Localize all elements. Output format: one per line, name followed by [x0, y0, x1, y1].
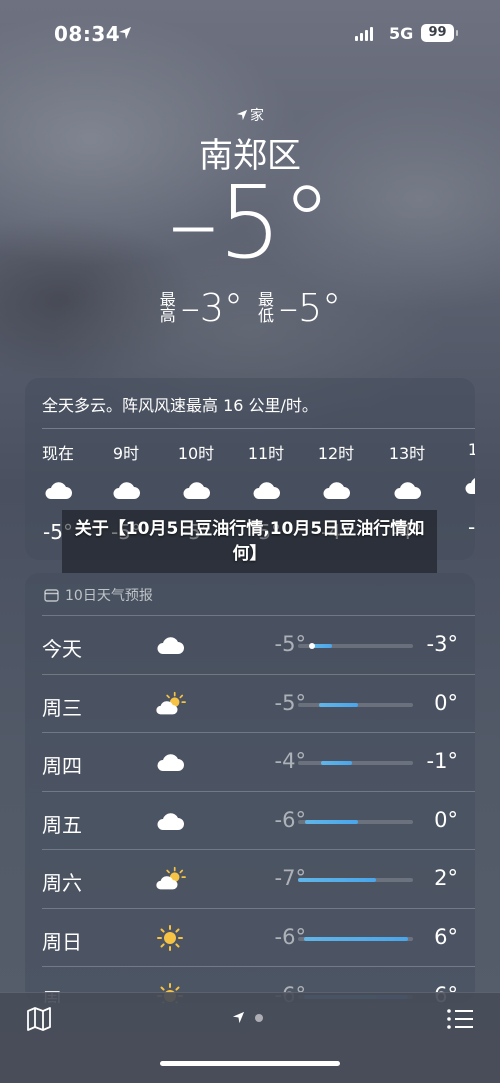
cloud-icon: [166, 480, 226, 504]
battery-tip: [456, 30, 458, 36]
divider: [42, 428, 475, 429]
high-temp: 0°: [434, 690, 458, 715]
ten-day-header: 10日天气预报: [44, 585, 153, 605]
high-temp: -1°: [426, 749, 458, 773]
low-temp: -4°: [274, 749, 306, 773]
high-low: 最高 –3° 最低 –5°: [0, 286, 500, 330]
temp-range-bar: [298, 936, 413, 941]
high-value: –3°: [180, 286, 243, 330]
sun-cloud-icon: [154, 691, 186, 717]
hour-label: 14: [467, 440, 475, 459]
hour-label: 11时: [247, 444, 285, 463]
hour-label: 13时: [388, 444, 426, 463]
temp-range-fill: [311, 644, 333, 648]
page-dot: [255, 1013, 263, 1022]
ten-day-title: 10日天气预报: [65, 588, 153, 604]
hour-label: 10时: [177, 444, 215, 463]
high-temp: 6°: [434, 924, 458, 949]
cloud-icon: [154, 632, 186, 658]
day-label: 周五: [42, 812, 82, 837]
daily-row[interactable]: 今天 -5° -3°: [42, 615, 475, 673]
daily-row[interactable]: 周六 -7° 2°: [42, 849, 475, 907]
sun-icon: [154, 924, 186, 951]
home-label: 家: [250, 108, 264, 124]
current-temperature: –5°: [168, 164, 332, 281]
high-temp: -3°: [426, 632, 458, 656]
article-banner[interactable]: 关于【10月5日豆油行情,10月5日豆油行情如何】: [62, 510, 437, 573]
cloud-icon: [448, 475, 475, 499]
status-bar: 08:34 5G 99: [0, 0, 500, 68]
daily-row[interactable]: 周日 -6° 6°: [42, 907, 475, 966]
cloud-icon: [154, 808, 186, 834]
temp-range-bar: [298, 819, 413, 824]
hour-label: 现在: [41, 444, 74, 463]
temp-range-bar: [298, 878, 413, 882]
temp-range-fill: [303, 936, 409, 941]
cloud-icon: [306, 480, 366, 504]
cloud-icon: [154, 749, 186, 775]
daily-row[interactable]: 周四 -4° -1°: [42, 732, 475, 790]
daily-row[interactable]: 周三 -5° 0°: [42, 673, 475, 732]
daily-row[interactable]: 周五 -6° 0°: [42, 790, 475, 849]
status-time: 08:34: [54, 22, 121, 46]
low-label: 最低: [257, 290, 274, 325]
hour-temp: -3: [468, 515, 475, 539]
sun-cloud-icon: [154, 866, 186, 892]
temp-range-bar: [298, 702, 413, 707]
list-icon[interactable]: [446, 1008, 474, 1030]
ten-day-forecast-card[interactable]: 10日天气预报 今天 -5° -3° 周三 -5° 0° 周四 -4° -1° 周五 -6° 0° 周六…: [25, 573, 475, 1003]
signal-icon: [355, 27, 373, 41]
day-label: 周日: [42, 929, 82, 954]
page-indicator[interactable]: [232, 1011, 263, 1024]
low-value: –5°: [279, 286, 342, 330]
temp-range-fill: [298, 878, 377, 882]
cloud-icon: [28, 480, 88, 504]
home-location-label: 家: [0, 105, 500, 125]
low-temp: -6°: [274, 807, 306, 832]
day-label: 周四: [42, 754, 82, 778]
location-arrow-icon: [236, 109, 248, 121]
low-temp: -7°: [274, 866, 306, 890]
high-label: 最高: [159, 290, 176, 325]
low-temp: -6°: [274, 924, 306, 949]
day-label: 今天: [42, 637, 82, 661]
temp-range-fill: [304, 819, 358, 824]
hour-label: 12时: [317, 444, 355, 463]
location-arrow-icon: [232, 1011, 245, 1024]
cloud-icon: [236, 480, 296, 504]
day-label: 周三: [42, 695, 82, 720]
temp-range-bar: [298, 761, 413, 765]
calendar-icon: [44, 589, 59, 602]
low-temp: -5°: [274, 632, 306, 656]
temp-range-fill: [318, 702, 358, 707]
network-type: 5G: [389, 24, 414, 43]
weather-summary: 全天多云。阵风风速最高 16 公里/时。: [42, 396, 318, 415]
hourly-item: 14 -3: [448, 440, 475, 539]
battery-icon: 99: [421, 24, 454, 42]
high-temp: 0°: [434, 807, 458, 832]
cloud-icon: [96, 480, 156, 504]
location-arrow-icon: [119, 27, 131, 39]
cloud-icon: [377, 480, 437, 504]
hour-label: 9时: [112, 444, 140, 463]
temp-range-bar: [298, 643, 413, 649]
map-icon[interactable]: [26, 1007, 52, 1031]
high-temp: 2°: [434, 866, 458, 890]
bottom-toolbar: [0, 992, 500, 1083]
day-label: 周六: [42, 871, 82, 895]
low-temp: -5°: [274, 690, 306, 715]
temp-range-fill: [321, 761, 353, 765]
current-temp-dot: [308, 643, 315, 649]
home-indicator[interactable]: [160, 1061, 340, 1066]
